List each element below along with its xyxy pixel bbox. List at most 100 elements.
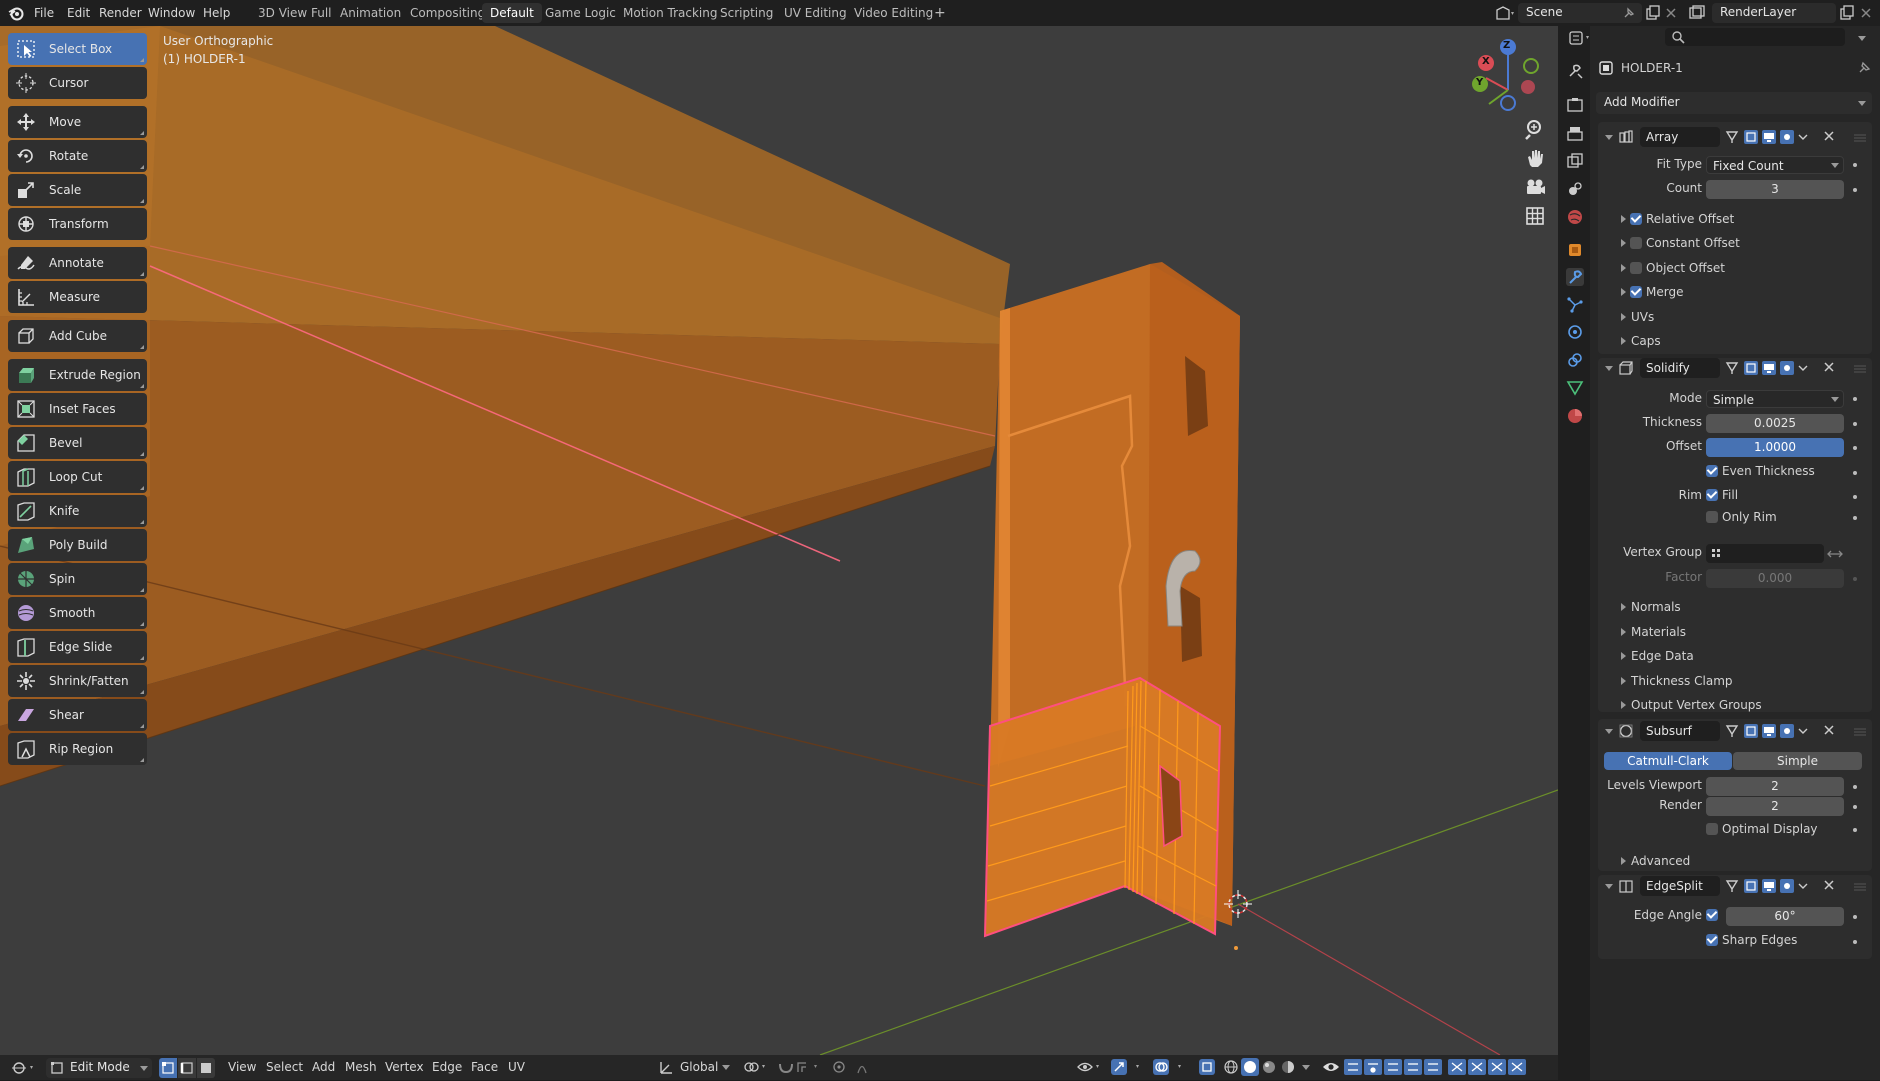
edge-data-subpanel[interactable]: Edge Data [1631,649,1694,663]
blender-logo-icon[interactable] [8,5,24,21]
only-rim-checkbox[interactable] [1706,511,1718,523]
drag-handle-icon[interactable] [1854,132,1866,142]
menu-select[interactable]: Select [266,1055,303,1080]
tab-3d-view-full[interactable]: 3D View Full [250,3,340,23]
thickness-input[interactable]: 0.0025 [1706,414,1844,433]
view-layer-field[interactable]: RenderLayer [1712,3,1836,23]
3d-viewport[interactable] [0,26,1558,1055]
collapse-arrow-icon[interactable] [1605,366,1613,371]
chevron-down-icon[interactable] [1858,36,1866,41]
visibility-select-icon[interactable] [1076,1058,1104,1076]
expand-arrow-icon[interactable] [1621,313,1626,321]
tool-rip-region[interactable]: Rip Region [8,733,147,765]
menu-add[interactable]: Add [312,1055,335,1080]
keyframe-dot[interactable] [1853,805,1857,809]
tool-scale[interactable]: Scale [8,174,147,206]
factor-input[interactable]: 0.000 [1706,569,1844,588]
tool-cursor[interactable]: Cursor [8,67,147,99]
mode-selector[interactable]: Edit Mode [46,1058,152,1078]
tool-select-box[interactable]: Select Box [8,33,147,65]
keyframe-dot[interactable] [1853,915,1857,919]
optimal-display-checkbox[interactable] [1706,823,1718,835]
gizmo-toggle-icon[interactable] [1110,1058,1148,1076]
object-offset-checkbox[interactable] [1630,262,1642,274]
data-tab-icon[interactable] [1566,379,1584,397]
uvs-subpanel[interactable]: UVs [1631,310,1654,324]
count-input[interactable]: 3 [1706,180,1844,199]
tab-motion-tracking[interactable]: Motion Tracking [615,3,725,23]
modifier-display-toggles[interactable] [1725,878,1815,894]
tab-compositing[interactable]: Compositing [402,3,493,23]
edgesplit-name-field[interactable]: EdgeSplit [1640,876,1720,896]
editor-type-icon[interactable] [10,1059,38,1077]
snap-icon[interactable] [776,1058,824,1076]
overlay-option-icons[interactable] [1344,1058,1544,1076]
camera-view-icon[interactable] [1522,174,1548,200]
remove-scene-icon[interactable] [1663,5,1679,21]
physics-tab-icon[interactable] [1566,323,1584,341]
tab-uv-editing[interactable]: UV Editing [776,3,855,23]
orientation-icon[interactable] [658,1058,676,1076]
collapse-arrow-icon[interactable] [1605,729,1613,734]
edge-select-mode-button[interactable] [178,1058,196,1078]
normals-subpanel[interactable]: Normals [1631,600,1681,614]
pin-icon[interactable] [1856,60,1872,76]
keyframe-dot[interactable] [1853,422,1857,426]
menu-edit[interactable]: Edit [67,0,90,26]
render-tab-icon[interactable] [1566,96,1584,114]
rendered-shading-button[interactable] [1279,1058,1297,1076]
add-workspace-button[interactable]: + [926,3,954,23]
view-layer-tab-icon[interactable] [1566,152,1584,170]
subsurf-name-field[interactable]: Subsurf [1640,721,1720,741]
tab-scripting[interactable]: Scripting [712,3,781,23]
menu-mesh[interactable]: Mesh [345,1055,377,1080]
drag-handle-icon[interactable] [1854,881,1866,891]
tool-annotate[interactable]: Annotate [8,247,147,279]
expand-arrow-icon[interactable] [1621,288,1626,296]
tool-shear[interactable]: Shear [8,699,147,731]
tool-inset-faces[interactable]: Inset Faces [8,393,147,425]
expand-arrow-icon[interactable] [1621,628,1626,636]
keyframe-dot[interactable] [1853,163,1857,167]
catmull-clark-button[interactable]: Catmull-Clark [1604,752,1732,770]
solidify-name-field[interactable]: Solidify [1640,358,1720,378]
merge-checkbox[interactable] [1630,286,1642,298]
drag-handle-icon[interactable] [1854,726,1866,736]
keyframe-dot[interactable] [1853,785,1857,789]
menu-file[interactable]: File [34,0,54,26]
keyframe-dot[interactable] [1853,516,1857,520]
advanced-subpanel[interactable]: Advanced [1631,854,1690,868]
fill-checkbox[interactable] [1706,489,1718,501]
collapse-arrow-icon[interactable] [1605,135,1613,140]
tool-bevel[interactable]: Bevel [8,427,147,459]
close-icon[interactable] [1822,360,1836,374]
invert-vertex-group-icon[interactable] [1826,546,1844,562]
proportional-edit-icon[interactable] [830,1058,878,1076]
modifier-display-toggles[interactable] [1725,360,1815,376]
particles-tab-icon[interactable] [1566,296,1584,314]
modifier-tab-icon[interactable] [1566,268,1584,286]
tool-add-cube[interactable]: Add Cube [8,320,147,352]
array-name-field[interactable]: Array [1640,127,1720,147]
menu-window[interactable]: Window [148,0,195,26]
expand-arrow-icon[interactable] [1621,264,1626,272]
fit-type-dropdown[interactable]: Fixed Count [1706,156,1844,174]
constraints-tab-icon[interactable] [1566,351,1584,369]
menu-render[interactable]: Render [99,0,142,26]
scene-icon[interactable] [1494,4,1516,22]
tool-knife[interactable]: Knife [8,495,147,527]
close-icon[interactable] [1822,878,1836,892]
keyframe-dot[interactable] [1853,495,1857,499]
offset-input[interactable]: 1.0000 [1706,438,1844,457]
properties-search-input[interactable] [1665,28,1845,46]
keyframe-dot[interactable] [1853,577,1857,581]
menu-uv[interactable]: UV [508,1055,525,1080]
tool-move[interactable]: Move [8,106,147,138]
expand-arrow-icon[interactable] [1621,701,1626,709]
scene-name-field[interactable]: Scene [1518,3,1642,23]
material-shading-button[interactable] [1260,1058,1278,1076]
menu-edge[interactable]: Edge [432,1055,462,1080]
pivot-icon[interactable] [742,1058,770,1076]
tool-transform[interactable]: Transform [8,208,147,240]
expand-arrow-icon[interactable] [1621,857,1626,865]
